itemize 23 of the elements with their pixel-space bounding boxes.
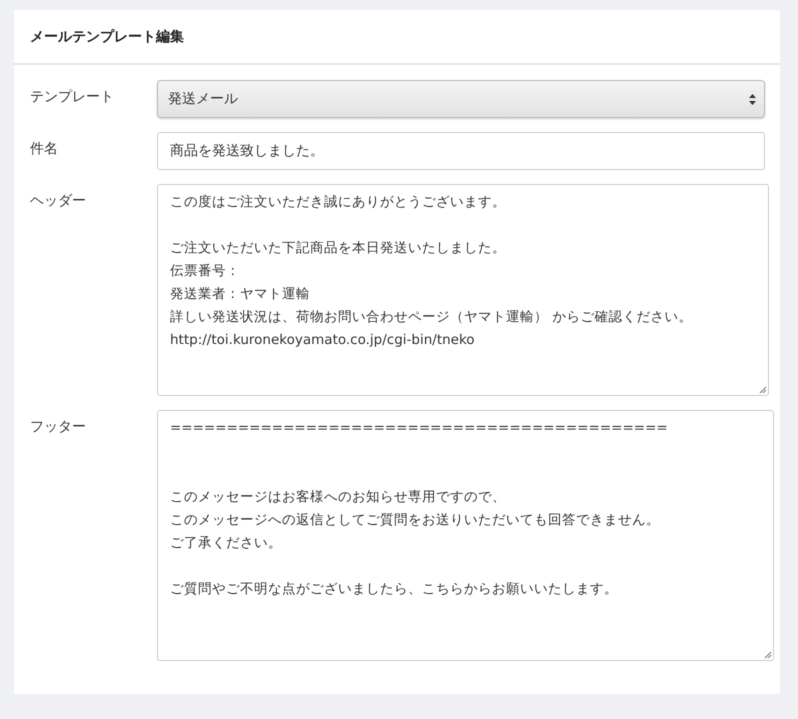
separator-text: ============================================: [170, 419, 668, 438]
text-line: ご質問やご不明な点がございましたら、こちらからお願いいたします。: [170, 580, 618, 599]
text-line: http://toi.kuronekoyamato.co.jp/cgi-bin/tneko: [170, 331, 475, 350]
text-line: 発送業者：ヤマト運輸: [170, 285, 310, 304]
text-line: このメッセージへの返信としてご質問をお送りいただいても回答できません。: [170, 511, 660, 530]
field-label: テンプレート: [29, 88, 115, 106]
text-line: 詳しい発送状況は、荷物お問い合わせページ（ヤマト運輸） からご確認ください。: [170, 308, 692, 327]
dropdown-arrows-icon: [749, 94, 756, 104]
field-label: 件名: [29, 140, 59, 158]
resize-grip-icon: [764, 651, 772, 659]
field-label: フッター: [29, 418, 87, 436]
text-line: 伝票番号：: [170, 262, 240, 281]
template-select[interactable]: 発送メール: [157, 80, 765, 118]
panel-title: メールテンプレート編集: [30, 28, 184, 46]
resize-grip-icon: [759, 386, 767, 394]
header-textarea[interactable]: この度はご注文いただき誠にありがとうございます。 ご注文いただいた下記商品を本日発送いたしました。 伝票番号： 発送業者：ヤマト運輸 詳しい発送状況は、荷物お問い合わせページ（ヤマト運輸） からご確認ください。 http://toi.kuronekoyamato.co.jp/cgi-bin/tneko: [157, 184, 769, 396]
text-line: ご注文いただいた下記商品を本日発送いたしました。: [170, 239, 506, 258]
text-line: このメッセージはお客様へのお知らせ専用ですので、: [170, 488, 506, 507]
field-label: ヘッダー: [29, 192, 87, 210]
subject-input[interactable]: 商品を発送致しました。: [157, 132, 765, 170]
footer-textarea[interactable]: ============================================ このメッセージはお客様へのお知らせ専用ですので、 このメッセージへの返信としてご質問をお送りいただいても回答できません。 ご了承ください。 ご質問やご不明な点がございましたら、こちらからお願いいたします。: [157, 410, 774, 661]
text-line: この度はご注文いただき誠にありがとうございます。: [170, 193, 506, 212]
text-line: ご了承ください。: [170, 534, 282, 553]
